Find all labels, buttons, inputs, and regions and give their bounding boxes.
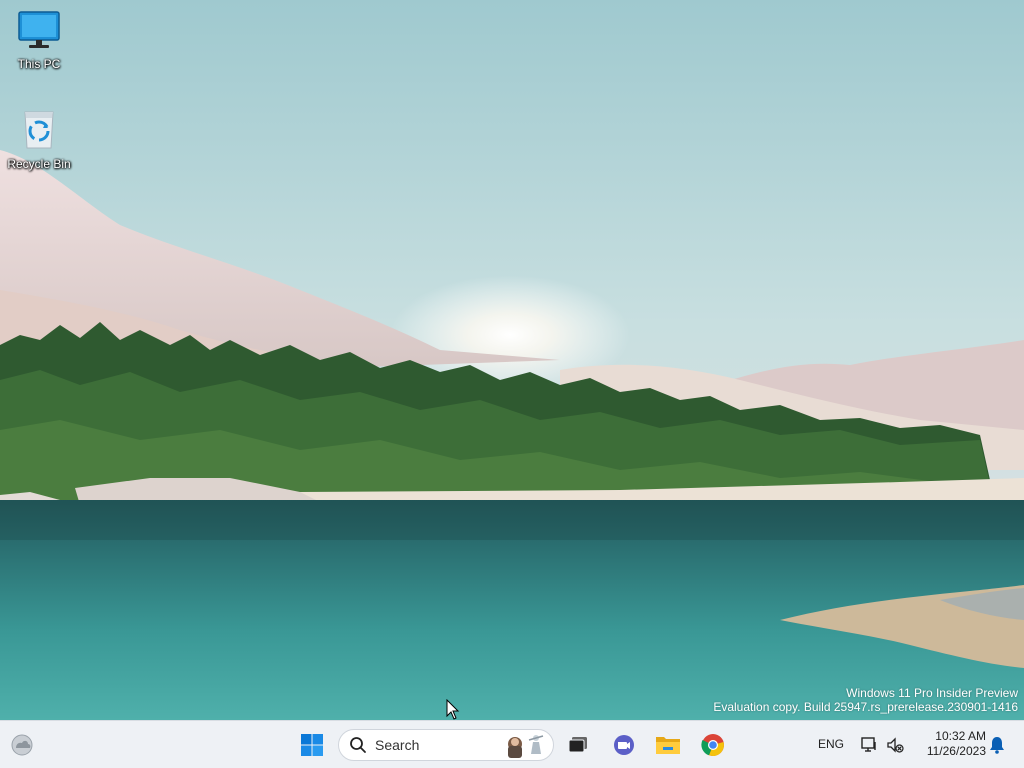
- recycle-bin-label: Recycle Bin: [7, 157, 71, 171]
- clock-time: 10:32 AM: [935, 729, 986, 743]
- desktop-wallpaper: [0, 0, 1024, 720]
- this-pc-label: This PC: [17, 57, 61, 71]
- chrome-button[interactable]: [697, 727, 729, 763]
- network-icon: [861, 737, 876, 752]
- chrome-icon: [701, 734, 724, 757]
- desktop[interactable]: This PC Recycle Bin Windows 11 Pro Insid…: [0, 0, 1024, 720]
- notifications-button[interactable]: [986, 727, 1008, 763]
- clock-date: 11/26/2023: [926, 744, 986, 758]
- mouse-cursor-icon: [446, 699, 460, 720]
- volume-tray-button[interactable]: [884, 727, 906, 763]
- system-clock[interactable]: 10:32 AM 11/26/2023: [912, 729, 986, 759]
- widgets-button[interactable]: [6, 727, 38, 763]
- this-pc-desktop-icon[interactable]: This PC: [3, 10, 75, 71]
- monitor-icon: [18, 11, 60, 48]
- search-highlight-icon: [508, 735, 544, 758]
- recycle-bin-desktop-icon[interactable]: Recycle Bin: [3, 108, 75, 171]
- windows-watermark: Windows 11 Pro Insider Preview Evaluatio…: [713, 686, 1018, 714]
- file-explorer-button[interactable]: [652, 727, 684, 763]
- taskbar: Search ENG 10:32 AM 11/26/2023: [0, 720, 1024, 768]
- windows-logo-icon: [301, 734, 323, 756]
- network-tray-button[interactable]: [858, 727, 880, 763]
- watermark-edition: Windows 11 Pro Insider Preview: [846, 686, 1018, 700]
- weather-widget-icon: [11, 734, 33, 756]
- watermark-build: Evaluation copy. Build 25947.rs_prerelea…: [713, 700, 1018, 714]
- task-view-icon: [568, 737, 587, 753]
- folder-icon: [656, 737, 680, 754]
- language-indicator[interactable]: ENG: [818, 737, 844, 751]
- search-placeholder: Search: [375, 737, 420, 753]
- chat-icon: [614, 735, 634, 755]
- start-button[interactable]: [296, 727, 328, 763]
- task-view-button[interactable]: [562, 727, 594, 763]
- recycle-bin-icon: [24, 111, 54, 149]
- teams-chat-button[interactable]: [608, 727, 640, 763]
- volume-muted-icon: [887, 737, 904, 753]
- search-icon: [350, 737, 366, 753]
- bell-icon: [990, 737, 1004, 754]
- taskbar-search-box[interactable]: Search: [338, 729, 554, 761]
